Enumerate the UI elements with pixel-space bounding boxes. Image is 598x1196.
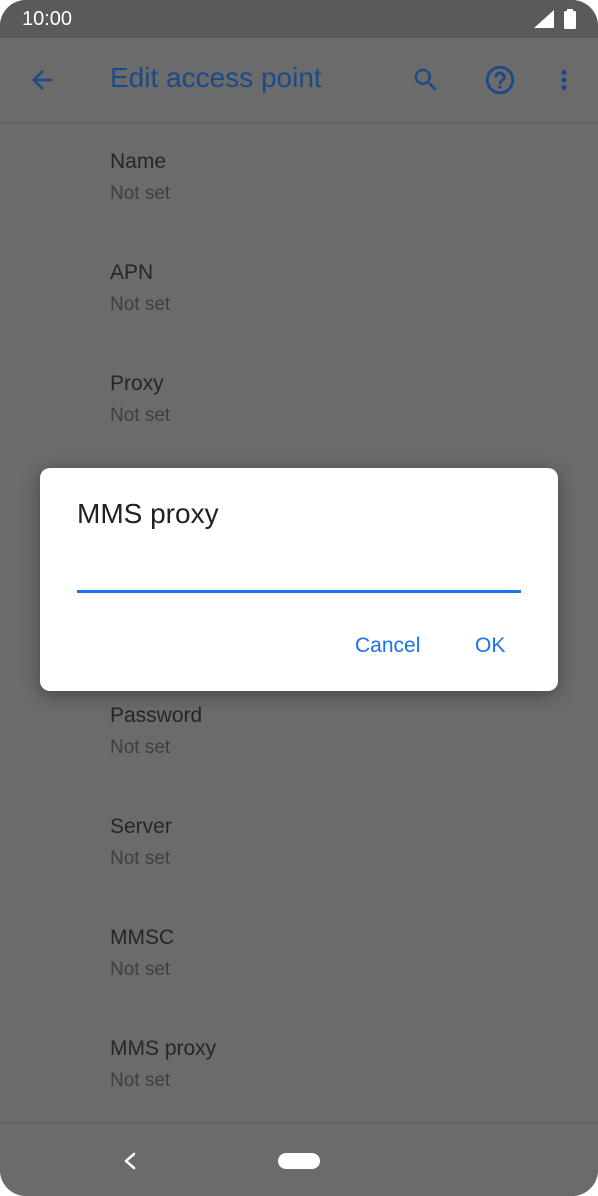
setting-title: MMSC [110, 926, 175, 949]
setting-value: Not set [110, 294, 171, 315]
mms-proxy-input[interactable] [77, 560, 521, 593]
setting-title: Password [110, 704, 203, 727]
setting-value: Not set [110, 183, 171, 204]
setting-item-password[interactable]: Password Not set [0, 676, 598, 786]
setting-item-apn[interactable]: APN Not set [0, 233, 598, 343]
status-time: 10:00 [22, 8, 73, 30]
nav-back-icon[interactable] [116, 1147, 144, 1175]
setting-title: Proxy [110, 372, 164, 395]
more-vert-icon[interactable] [548, 60, 580, 100]
setting-title: Server [110, 815, 172, 838]
setting-item-mms-proxy[interactable]: MMS proxy Not set [0, 1009, 598, 1119]
setting-value: Not set [110, 1070, 171, 1091]
setting-title: MMS proxy [110, 1037, 217, 1060]
back-arrow-icon[interactable] [22, 60, 62, 100]
setting-value: Not set [110, 848, 171, 869]
phone-screen: 10:00 Edit access point Name Not set APN… [0, 0, 598, 1196]
setting-item-server[interactable]: Server Not set [0, 787, 598, 897]
battery-icon [564, 9, 576, 34]
app-bar: Edit access point [0, 38, 598, 123]
mms-proxy-dialog: MMS proxy Cancel OK [40, 468, 558, 691]
ok-button[interactable]: OK [467, 630, 513, 662]
setting-item-name[interactable]: Name Not set [0, 122, 598, 232]
setting-title: Name [110, 150, 167, 173]
setting-value: Not set [110, 737, 171, 758]
cancel-button[interactable]: Cancel [347, 630, 428, 662]
setting-item-mmsc[interactable]: MMSC Not set [0, 898, 598, 1008]
signal-icon [534, 10, 554, 33]
status-bar: 10:00 [0, 0, 598, 38]
setting-value: Not set [110, 405, 171, 426]
search-icon[interactable] [406, 60, 446, 100]
setting-value: Not set [110, 959, 171, 980]
nav-home-pill[interactable] [278, 1153, 320, 1169]
setting-item-proxy[interactable]: Proxy Not set [0, 344, 598, 454]
status-icons [534, 9, 576, 34]
navigation-bar [0, 1122, 598, 1196]
dialog-title: MMS proxy [77, 498, 219, 529]
page-title: Edit access point [110, 62, 322, 93]
setting-title: APN [110, 261, 154, 284]
help-icon[interactable] [480, 60, 520, 100]
